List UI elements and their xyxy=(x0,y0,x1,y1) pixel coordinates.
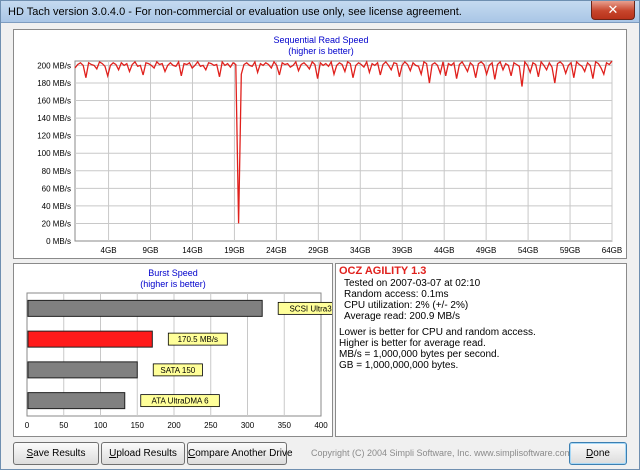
x-tick-label: 29GB xyxy=(308,246,328,255)
burst-bar-label: ATA UltraDMA 6 xyxy=(152,397,210,406)
y-tick-label: 140 MB/s xyxy=(37,114,71,123)
burst-speed-panel: Burst Speed (higher is better) SCSI Ultr… xyxy=(13,263,353,437)
x-tick-label: 54GB xyxy=(518,246,538,255)
note-gb-definition: GB = 1,000,000,000 bytes. xyxy=(339,360,459,371)
y-tick-label: 160 MB/s xyxy=(37,97,71,106)
x-tick-label: 44GB xyxy=(434,246,454,255)
app-window: HD Tach version 3.0.4.0 - For non-commer… xyxy=(0,0,640,470)
x-tick-label: 19GB xyxy=(224,246,244,255)
x-tick-label: 49GB xyxy=(476,246,496,255)
note-mbs-definition: MB/s = 1,000,000 bytes per second. xyxy=(339,349,500,360)
burst-x-tick-label: 300 xyxy=(241,421,255,430)
done-button[interactable]: Done xyxy=(569,442,627,465)
close-icon: ✕ xyxy=(607,2,619,17)
upload-results-button[interactable]: Upload Results xyxy=(101,442,185,465)
y-tick-label: 40 MB/s xyxy=(42,202,71,211)
note-higher-better: Higher is better for average read. xyxy=(339,338,486,349)
burst-bar xyxy=(27,330,153,348)
burst-title: Burst Speed xyxy=(148,268,198,278)
burst-x-tick-label: 100 xyxy=(94,421,108,430)
x-axis: 4GB 9GB 14GB 19GB 24GB 29GB 34GB 39GB 44GB 49GB 54… xyxy=(101,246,623,255)
title-bar[interactable]: HD Tach version 3.0.4.0 - For non-commer… xyxy=(1,1,639,23)
x-tick-label: 14GB xyxy=(182,246,202,255)
done-label: one xyxy=(593,448,610,459)
save-results-button[interactable]: Save Results xyxy=(13,442,99,465)
y-tick-label: 60 MB/s xyxy=(42,184,71,193)
random-access: Random access: 0.1ms xyxy=(344,289,449,300)
close-button[interactable]: ✕ xyxy=(591,1,635,20)
y-tick-label: 20 MB/s xyxy=(42,219,71,228)
compare-drive-button[interactable]: Compare Another Drive xyxy=(187,442,293,465)
x-tick-label: 34GB xyxy=(350,246,370,255)
y-tick-label: 120 MB/s xyxy=(37,132,71,141)
burst-bar-label: 170.5 MB/s xyxy=(178,335,218,344)
drive-name: OCZ AGILITY 1.3 xyxy=(339,265,427,277)
burst-bar xyxy=(27,299,263,317)
note-lower-better: Lower is better for CPU and random acces… xyxy=(339,327,536,338)
x-tick-label: 59GB xyxy=(560,246,580,255)
y-tick-label: 100 MB/s xyxy=(37,149,71,158)
average-read: Average read: 200.9 MB/s xyxy=(344,311,460,322)
burst-x-tick-label: 0 xyxy=(25,421,30,430)
y-tick-label: 80 MB/s xyxy=(42,167,71,176)
chart-title: Sequential Read Speed xyxy=(273,35,368,45)
copyright-text: Copyright (C) 2004 Simpli Software, Inc.… xyxy=(311,448,573,458)
burst-x-tick-label: 50 xyxy=(59,421,68,430)
y-tick-label: 0 MB/s xyxy=(46,237,71,246)
burst-subtitle: (higher is better) xyxy=(140,279,206,289)
x-tick-label: 64GB xyxy=(602,246,622,255)
burst-bar-label: SATA 150 xyxy=(160,366,195,375)
upload-label: pload Results xyxy=(116,448,177,459)
x-tick-label: 4GB xyxy=(101,246,117,255)
burst-x-tick-label: 250 xyxy=(204,421,218,430)
burst-x-tick-label: 400 xyxy=(314,421,328,430)
x-tick-label: 9GB xyxy=(143,246,159,255)
burst-bar xyxy=(27,392,126,410)
cpu-utilization: CPU utilization: 2% (+/- 2%) xyxy=(344,300,469,311)
test-date: Tested on 2007-03-07 at 02:10 xyxy=(344,278,481,289)
burst-bar-label: SCSI Ultra320 xyxy=(289,304,332,313)
burst-x-axis: 0 50 100 150 200 250 300 350 400 xyxy=(25,421,328,430)
x-tick-label: 24GB xyxy=(266,246,286,255)
x-tick-label: 39GB xyxy=(392,246,412,255)
sequential-read-chart: Sequential Read Speed (higher is better)… xyxy=(37,35,623,255)
y-axis: 0 MB/s 20 MB/s 40 MB/s 60 MB/s 80 MB/s 100 MB… xyxy=(37,61,71,246)
compare-label: ompare Another Drive xyxy=(195,448,293,459)
drive-info-panel: OCZ AGILITY 1.3 Tested on 2007-03-07 at … xyxy=(335,263,627,437)
burst-x-tick-label: 200 xyxy=(167,421,181,430)
save-label: ave Results xyxy=(33,448,86,459)
burst-speed-chart: Burst Speed (higher is better) SCSI Ultr… xyxy=(25,268,353,430)
burst-x-tick-label: 350 xyxy=(278,421,292,430)
burst-x-tick-label: 150 xyxy=(131,421,145,430)
y-tick-label: 180 MB/s xyxy=(37,79,71,88)
plot-area xyxy=(74,60,613,242)
window-title: HD Tach version 3.0.4.0 - For non-commer… xyxy=(8,6,462,18)
y-tick-label: 200 MB/s xyxy=(37,61,71,70)
burst-bar xyxy=(27,361,138,379)
chart-subtitle: (higher is better) xyxy=(288,46,354,56)
sequential-read-panel: Sequential Read Speed (higher is better)… xyxy=(13,29,627,259)
